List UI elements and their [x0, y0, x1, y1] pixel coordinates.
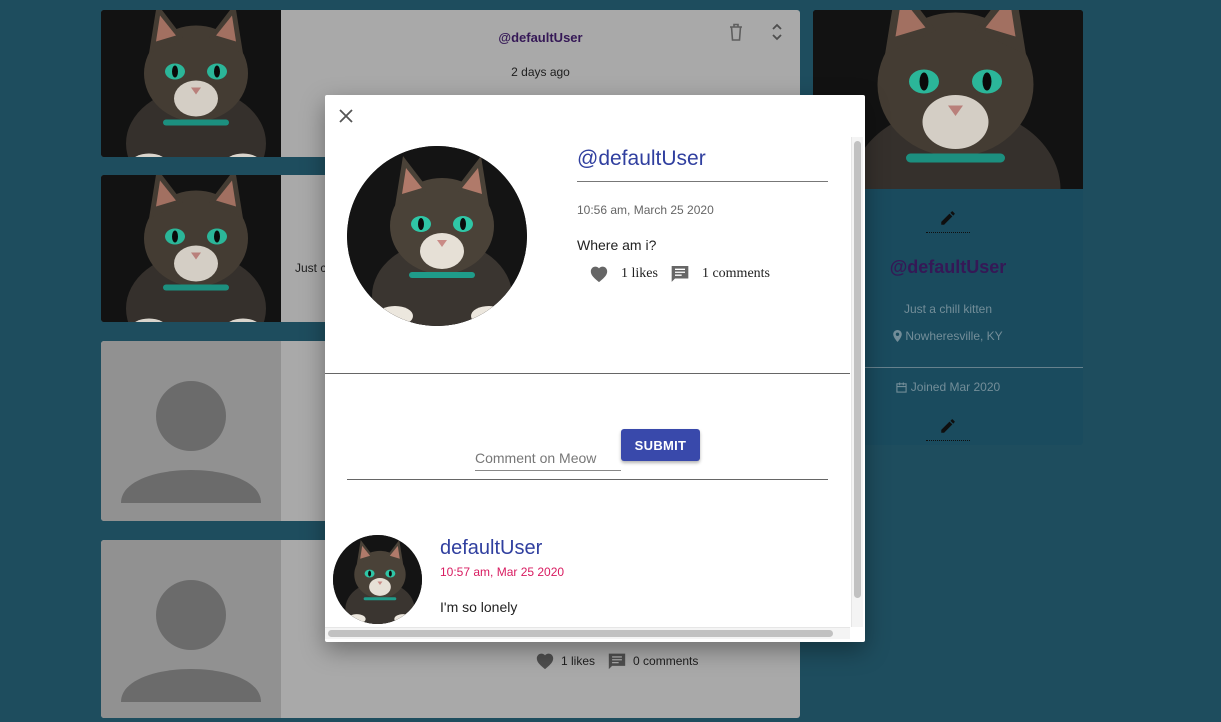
comment-timestamp: 10:57 am, Mar 25 2020: [440, 565, 565, 579]
post-author-handle[interactable]: @defaultUser: [577, 147, 828, 182]
post-detail-modal: @defaultUser 10:56 am, March 25 2020 Whe…: [325, 95, 865, 642]
post-text: Where am i?: [577, 237, 657, 253]
post-timestamp: 10:56 am, March 25 2020: [577, 203, 714, 217]
vertical-scrollbar-thumb[interactable]: [854, 141, 861, 598]
likes-count: 1 likes: [621, 265, 658, 281]
vertical-scrollbar[interactable]: [851, 137, 863, 627]
comment-text: I'm so lonely: [440, 599, 518, 615]
submit-button[interactable]: SUBMIT: [621, 429, 700, 461]
divider: [325, 373, 850, 374]
comment-icon[interactable]: [670, 264, 690, 283]
close-icon[interactable]: [337, 107, 355, 125]
divider: [347, 479, 828, 480]
heart-icon[interactable]: [589, 265, 609, 283]
post-actions: 1 likes 1 comments: [589, 264, 770, 283]
comment-author-avatar: [333, 535, 422, 624]
horizontal-scrollbar-thumb[interactable]: [328, 630, 833, 637]
modal-content[interactable]: @defaultUser 10:56 am, March 25 2020 Whe…: [325, 137, 850, 627]
comments-count: 1 comments: [701, 265, 770, 281]
horizontal-scrollbar[interactable]: [325, 627, 850, 639]
comment-author-name[interactable]: defaultUser: [440, 537, 542, 560]
comment-input[interactable]: Comment on Meow: [475, 446, 621, 471]
post-author-avatar: [347, 146, 527, 326]
